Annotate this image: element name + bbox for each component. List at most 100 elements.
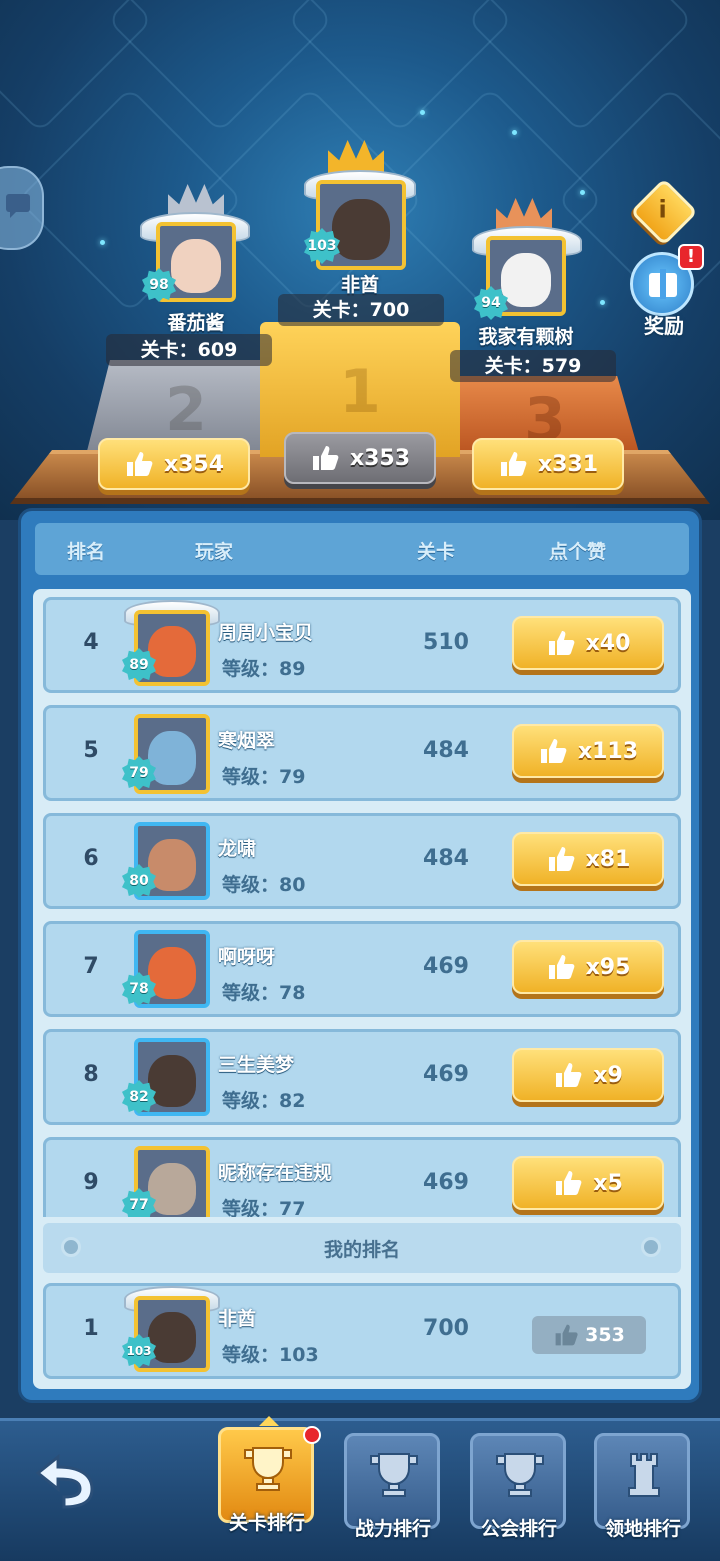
podium-name-third: 我家有颗树 bbox=[478, 326, 574, 348]
back-button[interactable] bbox=[30, 1451, 100, 1511]
tab-territory-ranking[interactable]: 领地排行 bbox=[594, 1433, 690, 1540]
player-name: 非酋 bbox=[218, 1308, 257, 1330]
player-level: 等级：103 bbox=[222, 1344, 319, 1366]
rank-number: 5 bbox=[83, 738, 99, 763]
stage-value: 469 bbox=[423, 1170, 469, 1195]
header-player: 玩家 bbox=[195, 541, 234, 563]
header-rank: 排名 bbox=[67, 541, 106, 563]
thumbs-up-icon bbox=[312, 446, 339, 470]
player-name: 三生美梦 bbox=[218, 1054, 295, 1076]
table-row: 6 80 龙啸 等级：80 484 x81 bbox=[43, 813, 681, 909]
table-row: 7 78 啊呀呀 等级：78 469 x95 bbox=[43, 921, 681, 1017]
like-count: x353 bbox=[349, 445, 411, 471]
thumbs-up-icon bbox=[556, 1171, 582, 1195]
like-button-third[interactable]: x331 bbox=[472, 438, 624, 490]
rank-number: 9 bbox=[83, 1170, 99, 1195]
trophy-icon bbox=[244, 1447, 292, 1491]
ranking-list[interactable]: 4 89 周周小宝贝 等级：89 510 x40 5 79 寒烟翠 等级：79 … bbox=[33, 589, 691, 1389]
tab-stage-ranking[interactable]: 关卡排行 bbox=[218, 1416, 321, 1534]
table-row: 8 82 三生美梦 等级：82 469 x9 bbox=[43, 1029, 681, 1125]
table-row: 4 89 周周小宝贝 等级：89 510 x40 bbox=[43, 597, 681, 693]
podium-stage-first: 关卡：700 bbox=[278, 294, 444, 326]
back-arrow-icon bbox=[35, 1453, 94, 1509]
podium-stage-third: 关卡：579 bbox=[450, 350, 616, 382]
player-level: 等级：77 bbox=[222, 1198, 306, 1217]
rank-number: 8 bbox=[83, 1062, 99, 1087]
reward-label: 奖励 bbox=[644, 314, 684, 338]
like-count: x81 bbox=[585, 846, 631, 872]
bottom-nav: 关卡排行 战力排行 公会排行 领地排行 bbox=[0, 1416, 720, 1561]
player-name: 昵称存在违规 bbox=[218, 1162, 333, 1184]
thumbs-up-icon bbox=[548, 847, 574, 871]
stage-value: 484 bbox=[423, 738, 469, 763]
player-level: 等级：80 bbox=[222, 874, 306, 896]
thumbs-up-icon bbox=[556, 1063, 582, 1087]
thumbs-up-icon bbox=[126, 452, 153, 476]
like-count: x331 bbox=[537, 451, 599, 477]
like-count: x354 bbox=[163, 451, 225, 477]
trophy-icon bbox=[370, 1453, 418, 1497]
like-button[interactable]: x95 bbox=[512, 940, 664, 994]
like-count: 353 bbox=[585, 1324, 625, 1346]
rank-number: 1 bbox=[83, 1316, 99, 1341]
player-name: 啊呀呀 bbox=[218, 946, 276, 968]
stage-value: 484 bbox=[423, 846, 469, 871]
like-button[interactable]: x81 bbox=[512, 832, 664, 886]
player-name: 寒烟翠 bbox=[218, 730, 276, 752]
my-rank-header: 我的排名 bbox=[43, 1223, 681, 1273]
info-icon: i bbox=[658, 195, 667, 224]
tab-label: 领地排行 bbox=[604, 1518, 681, 1540]
reward-button[interactable]: ! 奖励 bbox=[626, 244, 704, 342]
player-level: 等级：78 bbox=[222, 982, 306, 1004]
thumbs-up-icon bbox=[555, 1324, 578, 1346]
table-row: 5 79 寒烟翠 等级：79 484 x113 bbox=[43, 705, 681, 801]
table-header: 排名 玩家 关卡 点个赞 bbox=[35, 523, 689, 575]
thumbs-up-icon bbox=[500, 452, 527, 476]
like-count: x95 bbox=[585, 954, 631, 980]
trophy-icon bbox=[496, 1453, 544, 1497]
my-rank-title: 我的排名 bbox=[323, 1239, 400, 1261]
tab-label: 关卡排行 bbox=[228, 1512, 305, 1534]
tab-label: 公会排行 bbox=[480, 1518, 557, 1540]
active-indicator bbox=[259, 1416, 279, 1426]
ranking-scroll-area[interactable]: 4 89 周周小宝贝 等级：89 510 x40 5 79 寒烟翠 等级：79 … bbox=[33, 589, 691, 1217]
chat-toggle-button[interactable] bbox=[0, 166, 44, 250]
thumbs-up-icon bbox=[548, 955, 574, 979]
like-count: x113 bbox=[577, 738, 639, 764]
my-rank-row: 1 103 非酋 等级：103 700 353 bbox=[43, 1283, 681, 1379]
stage-value: 510 bbox=[423, 630, 469, 655]
podium-name-first: 非酋 bbox=[340, 274, 379, 296]
rank-number: 6 bbox=[83, 846, 99, 871]
stage-value: 700 bbox=[423, 1316, 469, 1341]
player-name: 周周小宝贝 bbox=[218, 622, 314, 644]
tab-guild-ranking[interactable]: 公会排行 bbox=[470, 1433, 566, 1540]
ranking-panel: 排名 玩家 关卡 点个赞 4 89 周周小宝贝 等级：89 510 x40 5 bbox=[18, 508, 702, 1403]
table-row: 9 77 昵称存在违规 等级：77 469 x5 bbox=[43, 1137, 681, 1217]
like-button-second[interactable]: x354 bbox=[98, 438, 250, 490]
my-like-count: 353 bbox=[532, 1316, 646, 1354]
thumbs-up-icon bbox=[548, 631, 574, 655]
like-count: x9 bbox=[593, 1062, 623, 1088]
notification-badge: ! bbox=[678, 244, 704, 270]
chat-icon bbox=[6, 194, 30, 218]
like-button[interactable]: x113 bbox=[512, 724, 664, 778]
tab-power-ranking[interactable]: 战力排行 bbox=[344, 1433, 440, 1540]
like-button-first[interactable]: x353 bbox=[284, 432, 436, 484]
notification-dot bbox=[303, 1426, 321, 1444]
rank-number: 4 bbox=[83, 630, 99, 655]
tab-label: 战力排行 bbox=[354, 1518, 431, 1540]
stage-value: 469 bbox=[423, 954, 469, 979]
like-button[interactable]: x9 bbox=[512, 1048, 664, 1102]
like-button[interactable]: x5 bbox=[512, 1156, 664, 1210]
stage-value: 469 bbox=[423, 1062, 469, 1087]
like-count: x5 bbox=[593, 1170, 623, 1196]
like-count: x40 bbox=[585, 630, 631, 656]
header-stage: 关卡 bbox=[417, 541, 456, 563]
like-button[interactable]: x40 bbox=[512, 616, 664, 670]
player-level: 等级：89 bbox=[222, 658, 306, 680]
thumbs-up-icon bbox=[540, 739, 567, 763]
player-level: 等级：79 bbox=[222, 766, 306, 788]
podium-stage-second: 关卡：609 bbox=[106, 334, 272, 366]
decorative-dot bbox=[641, 1237, 661, 1257]
podium-name-second: 番茄酱 bbox=[167, 312, 225, 334]
